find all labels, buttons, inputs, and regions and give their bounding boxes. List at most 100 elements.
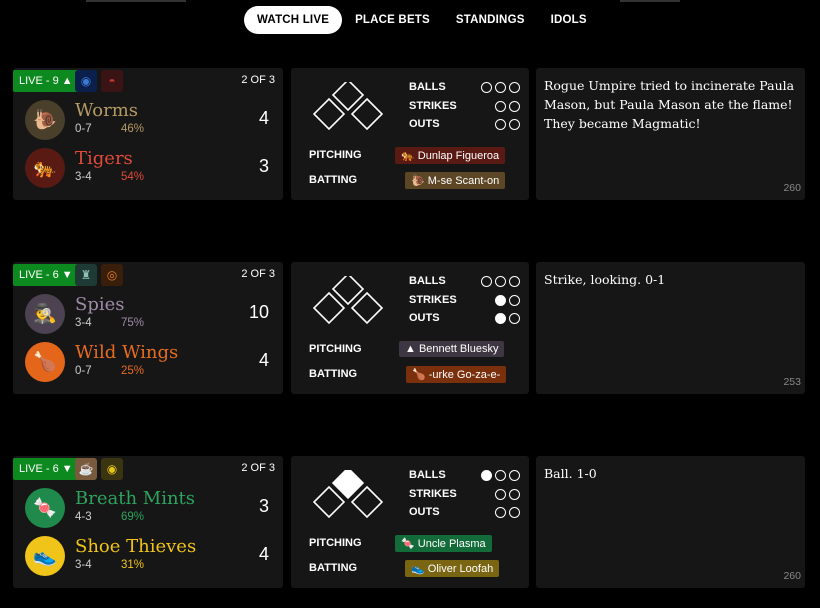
- win-probability: 31%: [121, 559, 145, 571]
- log-counter: 253: [783, 376, 801, 388]
- scoreboard-panel[interactable]: LIVE - 6 ▼ ☕ ◉ 2 OF 3 🍬 Breath Mints 4-3 69% 3 👟 S…: [13, 456, 283, 588]
- outs-label: OUTS: [409, 312, 440, 324]
- outs-dot: [495, 119, 506, 130]
- balls-indicators: [481, 276, 520, 287]
- team-score: 3: [258, 496, 269, 516]
- balls-dot: [495, 82, 506, 93]
- balls-dot: [509, 276, 520, 287]
- log-counter: 260: [783, 182, 801, 194]
- outs-indicators: [495, 507, 520, 518]
- balls-dot: [495, 276, 506, 287]
- pitcher-name: Dunlap Figueroa: [417, 150, 500, 162]
- nav-place-bets[interactable]: PLACE BETS: [342, 6, 443, 34]
- strikes-dot: [495, 294, 506, 306]
- scoreboard-panel[interactable]: LIVE - 9 ▲ ◉ ◓ 2 OF 3 🐌 Worms 0-7 46% 4 🐅 Tigers 3-…: [13, 68, 283, 200]
- batter-team-icon: 👟: [411, 563, 428, 575]
- nav-standings[interactable]: STANDINGS: [443, 6, 538, 34]
- live-inning-badge: LIVE - 6 ▼: [13, 458, 79, 480]
- outs-label: OUTS: [409, 506, 440, 518]
- strikes-indicators: [495, 488, 520, 500]
- first-base: [350, 291, 383, 325]
- game-log-text: Rogue Umpire tried to incinerate Paula M…: [544, 78, 795, 131]
- pitcher-tag[interactable]: 🍬 Uncle Plasma: [395, 535, 492, 552]
- batter-tag[interactable]: 🍗 -urke Go-za-e-: [406, 366, 507, 383]
- batting-label: BATTING: [309, 368, 358, 380]
- team-score: 3: [258, 156, 269, 176]
- team-record: 0-7: [75, 123, 92, 135]
- team-score: 10: [248, 302, 269, 322]
- balls-dot: [495, 470, 506, 481]
- strikes-label: STRIKES: [409, 487, 457, 500]
- scoreboard-panel[interactable]: LIVE - 6 ▼ ♜ ◎ 2 OF 3 🕵 Spies 3-4 75% 10 🍗 Wild Wi…: [13, 262, 283, 394]
- batter-team-icon: 🍗: [412, 369, 429, 381]
- nav-idols[interactable]: IDOLS: [538, 6, 600, 34]
- pitcher-tag[interactable]: 🐅 Dunlap Figueroa: [395, 147, 506, 164]
- balls-indicators: [481, 470, 520, 481]
- batting-label: BATTING: [309, 174, 358, 186]
- field-panel: BALLS STRIKES OUTS PITCHING BATTING 🐅 Dunlap …: [291, 68, 529, 200]
- home-team-row[interactable]: 🐅 Tigers 3-4 54% 3: [25, 148, 275, 188]
- outs-indicators: [495, 119, 520, 130]
- top-divider-left: [86, 0, 186, 2]
- outs-indicators: [495, 313, 520, 324]
- win-probability: 54%: [121, 171, 145, 183]
- game-log-text: Ball. 1-0: [544, 466, 597, 481]
- team-score: 4: [258, 350, 269, 370]
- team-emoji-icon: 👟: [25, 536, 65, 576]
- balls-dot: [509, 82, 520, 93]
- red-bowl-icon: ◓: [101, 70, 123, 92]
- strikes-dot: [509, 488, 520, 500]
- pitcher-team-icon: 🐅: [401, 150, 418, 162]
- pitcher-team-icon: ▲: [405, 343, 419, 355]
- field-panel: BALLS STRIKES OUTS PITCHING BATTING ▲ Bennett…: [291, 262, 529, 394]
- game-log-panel: Rogue Umpire tried to incinerate Paula M…: [536, 68, 805, 200]
- balls-label: BALLS: [409, 469, 446, 481]
- pitcher-tag[interactable]: ▲ Bennett Bluesky: [399, 341, 505, 357]
- series-count: 2 OF 3: [241, 462, 275, 474]
- live-inning-badge: LIVE - 6 ▼: [13, 264, 79, 286]
- away-team-row[interactable]: 🕵 Spies 3-4 75% 10: [25, 294, 275, 334]
- home-team-row[interactable]: 🍗 Wild Wings 0-7 25% 4: [25, 342, 275, 382]
- outs-label: OUTS: [409, 118, 440, 130]
- team-name: Tigers: [75, 148, 133, 169]
- team-score: 4: [258, 544, 269, 564]
- away-team-row[interactable]: 🐌 Worms 0-7 46% 4: [25, 100, 275, 140]
- team-emoji-icon: 🍗: [25, 342, 65, 382]
- strikes-dot: [495, 488, 506, 500]
- batting-label: BATTING: [309, 562, 358, 574]
- third-base: [313, 485, 346, 519]
- team-record: 0-7: [75, 365, 92, 377]
- outs-dot: [509, 119, 520, 130]
- pitching-label: PITCHING: [309, 537, 362, 549]
- blue-swirl-icon: ◉: [75, 70, 97, 92]
- third-base: [313, 97, 346, 131]
- strikes-dot: [509, 100, 520, 112]
- balls-indicators: [481, 82, 520, 93]
- outs-dot: [509, 507, 520, 518]
- home-team-row[interactable]: 👟 Shoe Thieves 3-4 31% 4: [25, 536, 275, 576]
- strikes-indicators: [495, 294, 520, 306]
- bases-diamond: [313, 470, 383, 519]
- balls-label: BALLS: [409, 81, 446, 93]
- batter-name: M-se Scant-on: [427, 175, 500, 187]
- team-record: 3-4: [75, 559, 92, 571]
- game-card: LIVE - 6 ▼ ♜ ◎ 2 OF 3 🕵 Spies 3-4 75% 10 🍗 Wild Wi…: [13, 262, 805, 394]
- balls-dot: [481, 470, 492, 481]
- first-base: [350, 485, 383, 519]
- batter-tag[interactable]: 🐌 M-se Scant-on: [405, 172, 506, 189]
- first-base: [350, 97, 383, 131]
- game-log-panel: Ball. 1-0 260: [536, 456, 805, 588]
- strikes-label: STRIKES: [409, 293, 457, 306]
- second-base: [331, 470, 365, 500]
- win-probability: 69%: [121, 511, 145, 523]
- main-nav: WATCH LIVE PLACE BETS STANDINGS IDOLS: [244, 6, 600, 34]
- away-team-row[interactable]: 🍬 Breath Mints 4-3 69% 3: [25, 488, 275, 528]
- balls-dot: [509, 470, 520, 481]
- team-name: Worms: [75, 100, 139, 121]
- pitcher-name: Bennett Bluesky: [418, 343, 499, 355]
- top-bar: WATCH LIVE PLACE BETS STANDINGS IDOLS: [0, 0, 820, 40]
- game-card: LIVE - 9 ▲ ◉ ◓ 2 OF 3 🐌 Worms 0-7 46% 4 🐅 Tigers 3-…: [13, 68, 805, 200]
- nav-watch-live[interactable]: WATCH LIVE: [244, 6, 343, 34]
- batter-name: -urke Go-za-e-: [428, 369, 501, 381]
- batter-tag[interactable]: 👟 Oliver Loofah: [405, 560, 500, 577]
